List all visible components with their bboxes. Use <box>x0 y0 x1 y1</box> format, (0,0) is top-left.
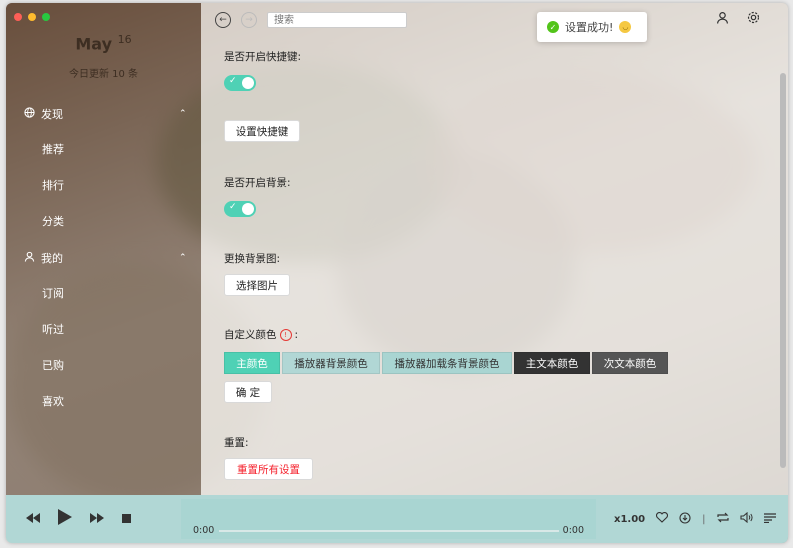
sidebar-section-discover[interactable]: 发现 ⌃ <box>24 106 187 122</box>
check-icon: ✓ <box>229 76 237 86</box>
color-button[interactable]: 主文本颜色 <box>514 352 590 374</box>
color-button[interactable]: 播放器加载条背景颜色 <box>382 352 512 374</box>
settings-panel: ← → 是否开启快捷键: ✓ 设置快捷键 是否开启背景: ✓ 更换背景图: 选择… <box>201 3 788 495</box>
toast-message: 设置成功! <box>565 21 614 34</box>
color-button[interactable]: 次文本颜色 <box>592 352 668 374</box>
heart-icon[interactable] <box>656 511 669 526</box>
shortcut-label: 是否开启快捷键: <box>224 51 302 63</box>
player-bar: 0:00 0:00 x1.00 | <box>6 495 788 543</box>
progress-bar[interactable] <box>219 530 559 532</box>
custom-color-suffix: : <box>294 328 299 341</box>
header-actions <box>716 11 760 28</box>
close-window-button[interactable] <box>14 13 22 21</box>
sidebar-item-category[interactable]: 分类 <box>42 213 64 229</box>
play-icon[interactable] <box>58 509 72 529</box>
sidebar-item-liked[interactable]: 喜欢 <box>42 393 64 409</box>
user-icon <box>24 251 35 265</box>
time-current: 0:00 <box>193 525 215 536</box>
color-button[interactable]: 播放器背景颜色 <box>282 352 380 374</box>
reset-label: 重置: <box>224 437 249 449</box>
confirm-button[interactable]: 确 定 <box>224 381 272 403</box>
change-background-label: 更换背景图: <box>224 253 281 265</box>
fast-forward-icon[interactable] <box>90 512 104 527</box>
scrollbar[interactable] <box>780 73 786 468</box>
time-total: 0:00 <box>562 525 584 536</box>
app-window: May 16 今日更新 10 条 发现 ⌃ 推荐 排行 分类 我的 ⌃ 订阅 听… <box>6 3 788 543</box>
sidebar-item-recommend[interactable]: 推荐 <box>42 141 64 157</box>
top-bar: ← → <box>215 9 407 31</box>
info-icon[interactable]: ! <box>279 328 292 341</box>
date-day: 16 <box>117 33 132 46</box>
background-toggle[interactable]: ✓ <box>224 201 256 217</box>
custom-color-label: 自定义颜色 ! : <box>224 327 298 342</box>
playback-controls <box>26 495 131 543</box>
update-count: 今日更新 10 条 <box>68 69 139 80</box>
sidebar-item-ranking[interactable]: 排行 <box>42 177 64 193</box>
window-controls <box>14 13 50 21</box>
forward-button[interactable]: → <box>241 12 257 28</box>
success-toast: ✓ 设置成功! ◡ <box>537 12 647 42</box>
date-month: May <box>75 34 113 54</box>
chevron-up-icon: ⌃ <box>179 253 187 263</box>
gear-icon[interactable] <box>747 11 760 28</box>
user-icon[interactable] <box>716 11 729 28</box>
volume-icon[interactable] <box>739 511 753 526</box>
minimize-window-button[interactable] <box>28 13 36 21</box>
custom-color-text: 自定义颜色 <box>224 329 277 341</box>
back-button[interactable]: ← <box>215 12 231 28</box>
color-button[interactable]: 主颜色 <box>224 352 280 374</box>
globe-icon <box>24 107 35 121</box>
sidebar-item-listened[interactable]: 听过 <box>42 321 64 337</box>
rewind-icon[interactable] <box>26 512 40 527</box>
sidebar: May 16 今日更新 10 条 发现 ⌃ 推荐 排行 分类 我的 ⌃ 订阅 听… <box>6 3 201 495</box>
stop-icon[interactable] <box>122 512 131 527</box>
sidebar-section-label: 发现 <box>41 108 63 121</box>
background-label: 是否开启背景: <box>224 177 291 189</box>
playlist-icon[interactable] <box>763 512 776 526</box>
choose-image-button[interactable]: 选择图片 <box>224 274 290 296</box>
smile-emoji-icon: ◡ <box>619 21 632 33</box>
set-shortcut-button[interactable]: 设置快捷键 <box>224 120 300 142</box>
player-actions: x1.00 | <box>614 495 776 543</box>
divider: | <box>702 513 706 525</box>
check-icon: ✓ <box>229 202 237 212</box>
download-icon[interactable] <box>679 511 691 527</box>
search-input[interactable] <box>267 12 407 28</box>
sidebar-item-purchased[interactable]: 已购 <box>42 357 64 373</box>
check-circle-icon: ✓ <box>547 21 559 33</box>
repeat-icon[interactable] <box>716 512 729 526</box>
shortcut-toggle[interactable]: ✓ <box>224 75 256 91</box>
maximize-window-button[interactable] <box>42 13 50 21</box>
progress-area: 0:00 0:00 <box>181 499 596 539</box>
date-display: May 16 <box>6 33 201 53</box>
chevron-up-icon: ⌃ <box>179 109 187 119</box>
sidebar-item-subscribe[interactable]: 订阅 <box>42 285 64 301</box>
sidebar-section-label: 我的 <box>41 252 63 265</box>
sidebar-section-mine[interactable]: 我的 ⌃ <box>24 250 187 266</box>
reset-all-button[interactable]: 重置所有设置 <box>224 458 313 480</box>
speed-button[interactable]: x1.00 <box>614 514 645 525</box>
